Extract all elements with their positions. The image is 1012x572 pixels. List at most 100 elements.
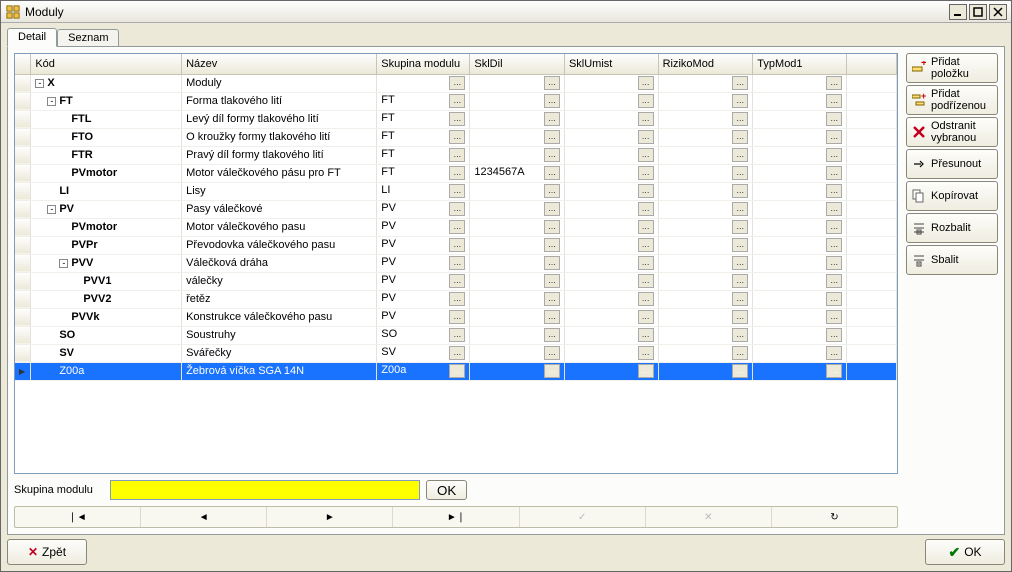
cell-skupina[interactable]: Z00a… xyxy=(377,362,470,380)
cell-typmod[interactable]: … xyxy=(753,254,847,272)
cell-riziko[interactable]: … xyxy=(658,74,753,92)
cell-skupina[interactable]: PV… xyxy=(377,308,470,326)
cell-skupina[interactable]: FT… xyxy=(377,164,470,182)
cell-riziko[interactable]: … xyxy=(658,128,753,146)
cell-nazev[interactable]: Převodovka válečkového pasu xyxy=(182,236,377,254)
add-item-button[interactable]: + Přidat položku xyxy=(906,53,998,83)
ellipsis-icon[interactable]: … xyxy=(544,202,560,216)
ellipsis-icon[interactable]: … xyxy=(732,202,748,216)
ellipsis-icon[interactable]: … xyxy=(638,274,654,288)
cell-sklumist[interactable]: … xyxy=(564,308,658,326)
ellipsis-icon[interactable]: … xyxy=(638,94,654,108)
ellipsis-icon[interactable]: … xyxy=(449,238,465,252)
cell-nazev[interactable]: Lisy xyxy=(182,182,377,200)
cell-sklumist[interactable]: … xyxy=(564,272,658,290)
ellipsis-icon[interactable]: … xyxy=(732,148,748,162)
cell-typmod[interactable]: … xyxy=(753,236,847,254)
ellipsis-icon[interactable]: … xyxy=(732,364,748,378)
col-header-nazev[interactable]: Název xyxy=(182,54,377,74)
ellipsis-icon[interactable]: … xyxy=(544,256,560,270)
nav-edit[interactable]: ✓ xyxy=(520,507,646,527)
cell-skldil[interactable]: … xyxy=(470,146,565,164)
cell-riziko[interactable]: … xyxy=(658,92,753,110)
ellipsis-icon[interactable]: … xyxy=(544,112,560,126)
ellipsis-icon[interactable]: … xyxy=(638,112,654,126)
ellipsis-icon[interactable]: … xyxy=(449,328,465,342)
ellipsis-icon[interactable]: … xyxy=(732,346,748,360)
ellipsis-icon[interactable]: … xyxy=(732,94,748,108)
col-header-kod[interactable]: Kód xyxy=(31,54,182,74)
ellipsis-icon[interactable]: … xyxy=(638,292,654,306)
nav-cancel[interactable]: ✕ xyxy=(646,507,772,527)
cell-riziko[interactable]: … xyxy=(658,290,753,308)
cell-sklumist[interactable]: … xyxy=(564,290,658,308)
table-row[interactable]: -XModuly…………… xyxy=(15,74,897,92)
ellipsis-icon[interactable]: … xyxy=(638,364,654,378)
ellipsis-icon[interactable]: … xyxy=(449,184,465,198)
cell-sklumist[interactable]: … xyxy=(564,236,658,254)
ellipsis-icon[interactable]: … xyxy=(449,292,465,306)
cell-nazev[interactable]: Žebrová víčka SGA 14N xyxy=(182,362,377,380)
ellipsis-icon[interactable]: … xyxy=(732,184,748,198)
cell-sklumist[interactable]: … xyxy=(564,200,658,218)
cell-skupina[interactable]: LI… xyxy=(377,182,470,200)
cell-sklumist[interactable]: … xyxy=(564,74,658,92)
ellipsis-icon[interactable]: … xyxy=(638,76,654,90)
cell-typmod[interactable]: … xyxy=(753,200,847,218)
table-row[interactable]: -PVPasy válečkovéPV…………… xyxy=(15,200,897,218)
ellipsis-icon[interactable]: … xyxy=(544,130,560,144)
tree-expander-icon[interactable]: - xyxy=(59,259,68,268)
col-header-riziko[interactable]: RizikoMod xyxy=(658,54,753,74)
ellipsis-icon[interactable]: … xyxy=(732,166,748,180)
tree-expander-icon[interactable]: - xyxy=(47,97,56,106)
ok-button[interactable]: ✔ OK xyxy=(925,539,1005,565)
ellipsis-icon[interactable]: … xyxy=(449,364,465,378)
ellipsis-icon[interactable]: … xyxy=(732,112,748,126)
ellipsis-icon[interactable]: … xyxy=(732,328,748,342)
cell-riziko[interactable]: … xyxy=(658,308,753,326)
ellipsis-icon[interactable]: … xyxy=(638,220,654,234)
table-row[interactable]: LILisyLI…………… xyxy=(15,182,897,200)
cell-skupina[interactable]: PV… xyxy=(377,218,470,236)
ellipsis-icon[interactable]: … xyxy=(449,346,465,360)
ellipsis-icon[interactable]: … xyxy=(544,76,560,90)
col-header-sklumist[interactable]: SklUmist xyxy=(564,54,658,74)
cell-skldil[interactable]: … xyxy=(470,128,565,146)
ellipsis-icon[interactable]: … xyxy=(826,76,842,90)
ellipsis-icon[interactable]: … xyxy=(449,94,465,108)
cell-nazev[interactable]: Soustruhy xyxy=(182,326,377,344)
cell-nazev[interactable]: Moduly xyxy=(182,74,377,92)
cell-skupina[interactable]: FT… xyxy=(377,110,470,128)
ellipsis-icon[interactable]: … xyxy=(638,148,654,162)
ellipsis-icon[interactable]: … xyxy=(638,256,654,270)
cell-skldil[interactable]: 1234567A… xyxy=(470,164,565,182)
ellipsis-icon[interactable]: … xyxy=(732,130,748,144)
cell-skldil[interactable]: … xyxy=(470,362,565,380)
cell-nazev[interactable]: Pravý díl formy tlakového lití xyxy=(182,146,377,164)
move-button[interactable]: Přesunout xyxy=(906,149,998,179)
nav-next[interactable]: ► xyxy=(267,507,393,527)
cell-skupina[interactable]: SV… xyxy=(377,344,470,362)
ellipsis-icon[interactable]: … xyxy=(826,130,842,144)
cell-typmod[interactable]: … xyxy=(753,110,847,128)
ellipsis-icon[interactable]: … xyxy=(544,238,560,252)
table-row[interactable]: Z00aŽebrová víčka SGA 14NZ00a…………… xyxy=(15,362,897,380)
table-row[interactable]: SVSvářečkySV…………… xyxy=(15,344,897,362)
col-header-skupina[interactable]: Skupina modulu xyxy=(377,54,470,74)
cell-skldil[interactable]: … xyxy=(470,110,565,128)
expand-button[interactable]: Rozbalit xyxy=(906,213,998,243)
ellipsis-icon[interactable]: … xyxy=(826,220,842,234)
ellipsis-icon[interactable]: … xyxy=(826,184,842,198)
filter-input[interactable] xyxy=(110,480,420,500)
table-row[interactable]: PVV1válečkyPV…………… xyxy=(15,272,897,290)
cell-skldil[interactable]: … xyxy=(470,254,565,272)
close-button[interactable] xyxy=(989,4,1007,20)
ellipsis-icon[interactable]: … xyxy=(826,112,842,126)
cell-sklumist[interactable]: … xyxy=(564,92,658,110)
cell-skldil[interactable]: … xyxy=(470,200,565,218)
table-row[interactable]: SOSoustruhySO…………… xyxy=(15,326,897,344)
ellipsis-icon[interactable]: … xyxy=(732,238,748,252)
ellipsis-icon[interactable]: … xyxy=(638,184,654,198)
cell-typmod[interactable]: … xyxy=(753,164,847,182)
cell-skupina[interactable]: FT… xyxy=(377,92,470,110)
